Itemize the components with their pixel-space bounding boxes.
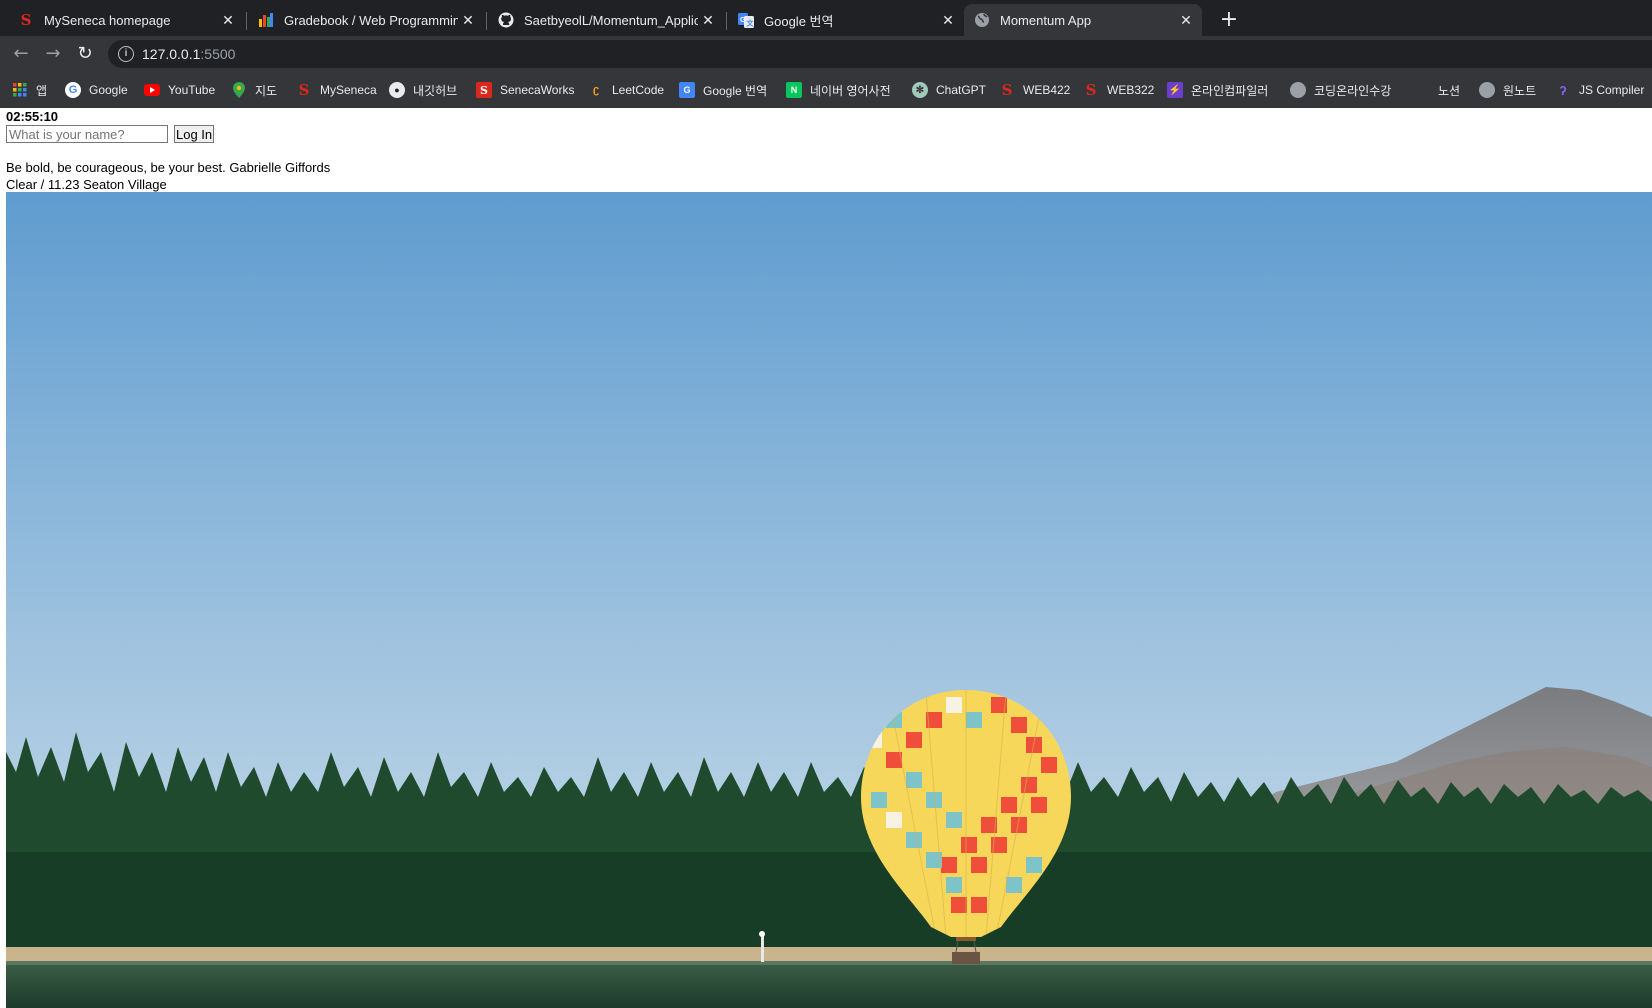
address-bar[interactable]: i 127.0.0.1:5500 — [108, 40, 1652, 68]
bookmark-label: YouTube — [168, 83, 216, 97]
bookmark-web422[interactable]: S WEB422 — [999, 80, 1071, 100]
clock: 02:55:10 — [6, 109, 59, 124]
tab-title: Momentum App — [1000, 12, 1092, 28]
bookmark-label: SenecaWorks — [500, 83, 575, 97]
url-text[interactable]: 127.0.0.1:5500 — [142, 46, 235, 62]
bookmark-leetcode[interactable]: ʗ LeetCode — [588, 80, 664, 100]
globe-icon — [1290, 82, 1306, 98]
bookmark-label: Google — [89, 83, 128, 97]
bookmark-coding-online[interactable]: 코딩온라인수강 — [1290, 80, 1391, 100]
bookmark-label: 원노트 — [1503, 83, 1537, 98]
bookmark-label: 온라인컴파일러 — [1191, 83, 1269, 98]
apps-grid-icon — [12, 82, 28, 98]
naver-dict-icon: N — [786, 82, 802, 98]
seneca-s-icon: S — [1001, 81, 1013, 99]
bookmark-google[interactable]: G Google — [65, 80, 128, 100]
bookmark-label: LeetCode — [612, 83, 665, 97]
close-icon[interactable]: ✕ — [218, 12, 238, 29]
bookmark-online-compiler[interactable]: ⚡ 온라인컴파일러 — [1167, 80, 1268, 100]
bookmark-notion[interactable]: 노션 — [1414, 80, 1460, 100]
bookmark-js-compiler[interactable]: ʔ JS Compiler — [1555, 80, 1644, 100]
youtube-icon — [144, 82, 160, 98]
login-form: Log In — [6, 125, 215, 143]
tab-title: MySeneca homepage — [44, 12, 171, 28]
tab-google-translate[interactable]: G文 Google 번역 ✕ — [728, 4, 964, 36]
bookmark-apps[interactable]: 앱 — [12, 80, 47, 100]
maps-pin-icon — [231, 82, 247, 98]
bookmark-label: 내깃허브 — [413, 83, 458, 98]
svg-text:G: G — [740, 17, 746, 24]
gradebook-chart-icon — [258, 12, 274, 28]
new-tab-button[interactable]: + — [1215, 6, 1243, 34]
tab-momentum-app[interactable]: Momentum App ✕ — [964, 4, 1202, 36]
bookmark-onenote[interactable]: 원노트 — [1479, 80, 1536, 100]
browser-tab-strip: S MySeneca homepage ✕ Gradebook / Web Pr… — [0, 0, 1652, 36]
bookmark-naver-dictionary[interactable]: N 네이버 영어사전 — [786, 80, 891, 100]
bookmark-label: ChatGPT — [936, 83, 987, 97]
leetcode-icon: ʗ — [592, 84, 600, 96]
name-input[interactable] — [6, 125, 168, 143]
close-icon[interactable]: ✕ — [698, 12, 718, 29]
back-button[interactable]: ← — [9, 42, 33, 66]
seneca-s-icon: S — [1085, 81, 1097, 99]
bookmark-chatgpt[interactable]: ✻ ChatGPT — [912, 80, 986, 100]
google-translate-icon: G文 — [738, 12, 754, 28]
github-icon: ● — [389, 82, 405, 98]
tab-divider — [486, 12, 487, 30]
js-compiler-icon: ʔ — [1559, 82, 1567, 98]
bookmark-label: WEB422 — [1023, 83, 1071, 97]
bookmark-label: JS Compiler — [1579, 83, 1645, 97]
weather-text: Clear / 11.23 Seaton Village — [6, 177, 167, 192]
lightning-icon: ⚡ — [1167, 82, 1183, 98]
background-image — [6, 192, 1652, 1008]
google-translate-icon: G — [679, 82, 695, 98]
bookmark-label: 네이버 영어사전 — [810, 83, 891, 98]
close-icon[interactable]: ✕ — [938, 12, 958, 29]
bookmark-maps[interactable]: 지도 — [231, 80, 277, 100]
quote-text: Be bold, be courageous, be your best. Ga… — [6, 160, 331, 175]
bookmark-youtube[interactable]: YouTube — [144, 80, 215, 100]
bookmark-label: 지도 — [255, 83, 278, 98]
tab-github-momentum[interactable]: SaetbyeolL/Momentum_Application ✕ — [488, 4, 724, 36]
bookmark-my-github[interactable]: ● 내깃허브 — [389, 80, 457, 100]
tab-title: Gradebook / Web Programming — [284, 12, 458, 28]
bookmark-myseneca[interactable]: S MySeneca — [296, 80, 377, 100]
bookmark-google-translate[interactable]: G Google 번역 — [679, 80, 767, 100]
login-button[interactable]: Log In — [174, 125, 215, 143]
bookmarks-bar: 앱 G Google YouTube 지도 S MySeneca ● 내깃허브 … — [0, 72, 1652, 108]
bookmark-label: MySeneca — [320, 83, 377, 97]
senecaworks-icon: S — [476, 82, 492, 98]
tab-divider — [726, 12, 727, 30]
globe-icon — [1479, 82, 1495, 98]
browser-toolbar: ← → ↻ i 127.0.0.1:5500 — [0, 36, 1652, 72]
close-icon[interactable]: ✕ — [1176, 12, 1196, 29]
tab-myseneca[interactable]: S MySeneca homepage ✕ — [8, 4, 244, 36]
bookmark-label: Google 번역 — [703, 83, 768, 98]
svg-text:文: 文 — [747, 19, 755, 28]
seneca-s-icon: S — [20, 11, 32, 29]
bookmark-label: 코딩온라인수강 — [1314, 83, 1392, 98]
bookmark-label: WEB322 — [1107, 83, 1155, 97]
bookmark-senecaworks[interactable]: S SenecaWorks — [476, 80, 574, 100]
tab-gradebook[interactable]: Gradebook / Web Programming ✕ — [248, 4, 484, 36]
tab-title: SaetbyeolL/Momentum_Application — [524, 12, 698, 28]
tab-divider — [246, 12, 247, 30]
url-port: :5500 — [200, 46, 236, 62]
chatgpt-icon: ✻ — [912, 82, 928, 98]
forward-button[interactable]: → — [41, 42, 65, 66]
tab-title: Google 번역 — [764, 13, 834, 29]
seneca-s-icon: S — [298, 81, 310, 99]
close-icon[interactable]: ✕ — [458, 12, 478, 29]
globe-icon — [974, 12, 990, 28]
bookmark-label: 노션 — [1438, 83, 1461, 98]
url-host: 127.0.0.1 — [142, 46, 201, 62]
site-info-icon[interactable]: i — [118, 46, 134, 62]
bookmark-web322[interactable]: S WEB322 — [1083, 80, 1155, 100]
reload-button[interactable]: ↻ — [73, 42, 97, 66]
bookmark-label: 앱 — [36, 83, 48, 98]
notion-icon — [1414, 82, 1430, 98]
google-icon: G — [65, 82, 81, 98]
github-icon — [498, 12, 514, 28]
